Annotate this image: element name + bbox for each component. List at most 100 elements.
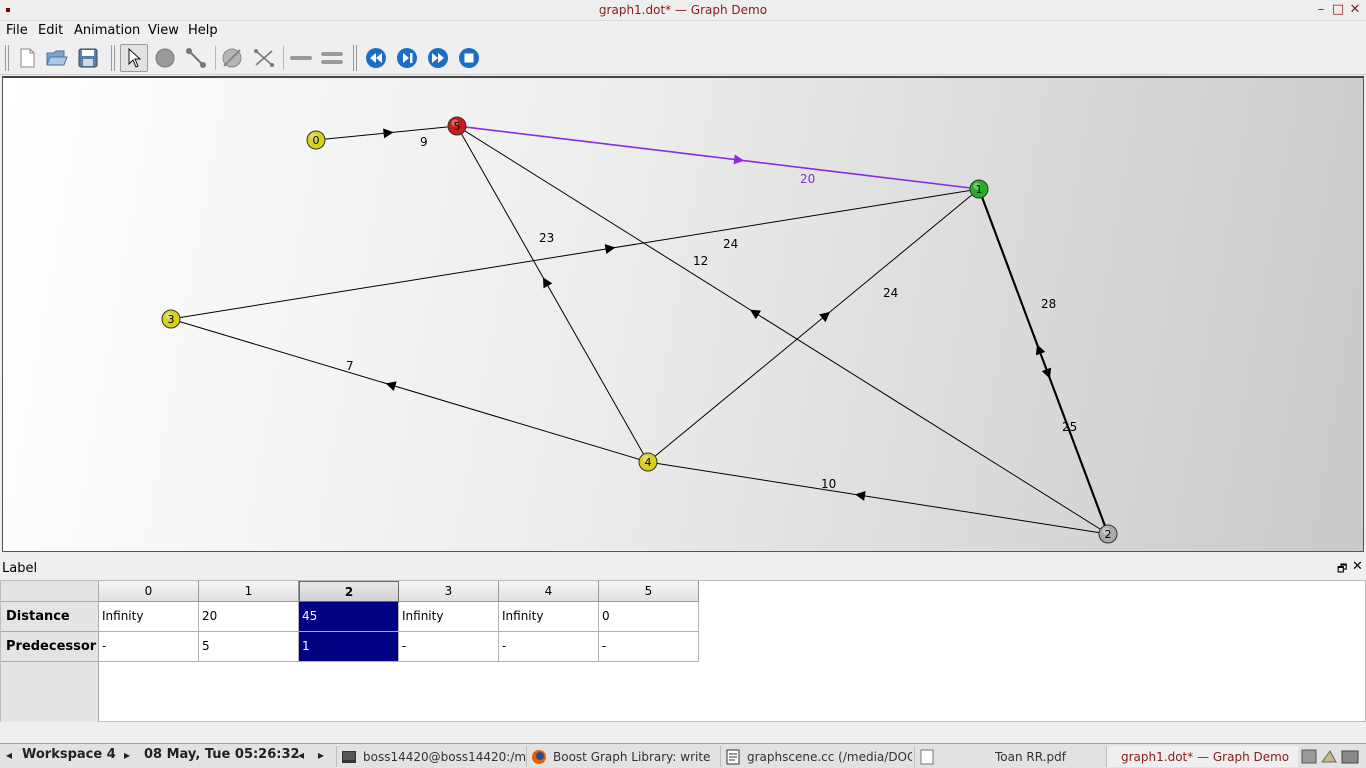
firefox-icon bbox=[532, 749, 546, 764]
table-cell[interactable]: Infinity bbox=[399, 602, 499, 632]
maximize-button[interactable]: □ bbox=[1330, 2, 1346, 18]
table-cell[interactable]: - bbox=[599, 632, 699, 662]
edge-3-1[interactable] bbox=[170, 188, 980, 320]
menu-edit[interactable]: Edit bbox=[38, 23, 63, 38]
task-graph-demo[interactable]: graph1.dot* — Graph Demo bbox=[1106, 746, 1298, 767]
table-corner[interactable] bbox=[1, 581, 99, 602]
edge-2-4[interactable] bbox=[647, 461, 1109, 535]
edge-4-3[interactable] bbox=[170, 318, 649, 463]
edge-weight-label: 9 bbox=[420, 135, 428, 149]
graph-node-3[interactable]: 3 bbox=[161, 309, 181, 329]
column-header-2[interactable]: 2 bbox=[299, 581, 399, 602]
open-file-icon[interactable] bbox=[43, 44, 71, 72]
edge-weight-label: 12 bbox=[693, 254, 708, 268]
toolbar-grip[interactable] bbox=[353, 45, 357, 71]
workspace-prev-arrow[interactable]: ◂ bbox=[6, 748, 12, 762]
save-file-icon[interactable] bbox=[74, 44, 102, 72]
row-header-distance[interactable]: Distance bbox=[1, 602, 99, 632]
edge-arrowhead bbox=[604, 244, 616, 255]
table-cell[interactable]: - bbox=[499, 632, 599, 662]
minimize-button[interactable]: – bbox=[1313, 2, 1329, 18]
column-header-0[interactable]: 0 bbox=[99, 581, 199, 602]
column-header-3[interactable]: 3 bbox=[399, 581, 499, 602]
edge-5-1[interactable] bbox=[456, 125, 980, 190]
node-label: 3 bbox=[168, 313, 175, 326]
table-cell[interactable]: - bbox=[399, 632, 499, 662]
workspace-next-arrow[interactable]: ▸ bbox=[124, 748, 130, 762]
table-cell[interactable]: - bbox=[99, 632, 199, 662]
edge-weight-label: 25 bbox=[1062, 420, 1077, 434]
rewind-icon[interactable] bbox=[362, 44, 390, 72]
step-icon[interactable] bbox=[393, 44, 421, 72]
graph-node-4[interactable]: 4 bbox=[638, 452, 658, 472]
terminal-icon bbox=[342, 750, 356, 763]
graph-node-2[interactable]: 2 bbox=[1098, 524, 1118, 544]
close-button[interactable]: ✕ bbox=[1347, 2, 1363, 18]
taskbar: ◂ Workspace 4 ▸ 08 May, Tue 05:26:32 ◂ ▸… bbox=[0, 743, 1366, 768]
graph-node-1[interactable]: 1 bbox=[969, 179, 989, 199]
window-title: graph1.dot* — Graph Demo bbox=[598, 3, 768, 17]
table-cell-selected[interactable]: 45 bbox=[299, 602, 399, 632]
clock: 08 May, Tue 05:26:32 bbox=[144, 747, 300, 762]
edge-weight-label: 20 bbox=[800, 172, 815, 186]
table-cell[interactable]: Infinity bbox=[499, 602, 599, 632]
delete-edge-icon[interactable] bbox=[250, 44, 278, 72]
dock-title: Label bbox=[2, 561, 38, 576]
new-file-icon[interactable] bbox=[13, 44, 41, 72]
menu-file[interactable]: File bbox=[6, 23, 28, 38]
select-pointer-icon[interactable] bbox=[120, 44, 148, 72]
tray-icons[interactable] bbox=[1300, 748, 1362, 766]
graph-node-5[interactable]: 5 bbox=[447, 116, 467, 136]
dock-float-button[interactable]: 🗗 bbox=[1337, 560, 1347, 579]
menu-bar: File Edit Animation View Help bbox=[0, 21, 1366, 41]
node-label: 0 bbox=[313, 134, 320, 147]
stop-icon[interactable] bbox=[455, 44, 483, 72]
workspace-name[interactable]: Workspace 4 bbox=[22, 747, 116, 762]
edge-weight-label: 24 bbox=[723, 237, 738, 251]
directed-edge-icon[interactable] bbox=[318, 44, 346, 72]
task-editor[interactable]: graphscene.cc (/media/DOC bbox=[720, 746, 912, 767]
edge-2-5[interactable] bbox=[456, 125, 1109, 535]
task-terminal[interactable]: boss14420@boss14420:/me bbox=[336, 746, 526, 767]
task-label: Boost Graph Library: write bbox=[553, 749, 711, 764]
delete-node-icon[interactable] bbox=[218, 44, 246, 72]
edge-weight-label: 23 bbox=[539, 231, 554, 245]
edge-arrowhead bbox=[733, 154, 745, 165]
table-cell-selected[interactable]: 1 bbox=[299, 632, 399, 662]
graph-canvas[interactable]: 9 20 24 23 12 24 28 25 7 10 0 1 2 3 4 5 bbox=[2, 76, 1364, 552]
title-bar: graph1.dot* — Graph Demo – □ ✕ bbox=[0, 0, 1366, 21]
graph-view[interactable]: 920242312242825710012345 bbox=[3, 78, 1364, 552]
table-cell[interactable]: 0 bbox=[599, 602, 699, 632]
undirected-edge-icon[interactable] bbox=[287, 44, 315, 72]
dock-close-button[interactable]: ✕ bbox=[1352, 559, 1363, 574]
results-table[interactable]: 0 1 2 3 4 5 Distance Infinity 20 45 Infi… bbox=[0, 580, 1366, 722]
row-header-predecessor[interactable]: Predecessor bbox=[1, 632, 99, 662]
table-cell[interactable]: 5 bbox=[199, 632, 299, 662]
menu-animation[interactable]: Animation bbox=[74, 23, 140, 38]
task-prev-arrow[interactable]: ◂ bbox=[298, 748, 304, 762]
toolbar-grip[interactable] bbox=[111, 45, 115, 71]
task-firefox[interactable]: Boost Graph Library: write bbox=[526, 746, 716, 767]
column-header-4[interactable]: 4 bbox=[499, 581, 599, 602]
add-edge-icon[interactable] bbox=[182, 44, 210, 72]
menu-help[interactable]: Help bbox=[188, 23, 218, 38]
edge-1-2[interactable] bbox=[978, 188, 1109, 535]
toolbar-grip[interactable] bbox=[5, 45, 9, 71]
edge-arrowhead bbox=[542, 277, 553, 289]
table-cell[interactable]: Infinity bbox=[99, 602, 199, 632]
task-pdf[interactable]: Toan RR.pdf bbox=[914, 746, 1104, 767]
column-header-1[interactable]: 1 bbox=[199, 581, 299, 602]
task-next-arrow[interactable]: ▸ bbox=[318, 748, 324, 762]
node-label: 1 bbox=[976, 183, 983, 196]
edge-4-5[interactable] bbox=[456, 125, 649, 463]
graph-node-0[interactable]: 0 bbox=[306, 130, 326, 150]
toolbar bbox=[0, 41, 1366, 75]
column-header-5[interactable]: 5 bbox=[599, 581, 699, 602]
add-node-icon[interactable] bbox=[151, 44, 179, 72]
edge-4-1[interactable] bbox=[647, 188, 980, 463]
fast-forward-icon[interactable] bbox=[424, 44, 452, 72]
edge-arrowhead bbox=[749, 309, 762, 320]
menu-view[interactable]: View bbox=[148, 23, 179, 38]
table-cell[interactable]: 20 bbox=[199, 602, 299, 632]
task-label: graphscene.cc (/media/DOC bbox=[747, 749, 912, 764]
